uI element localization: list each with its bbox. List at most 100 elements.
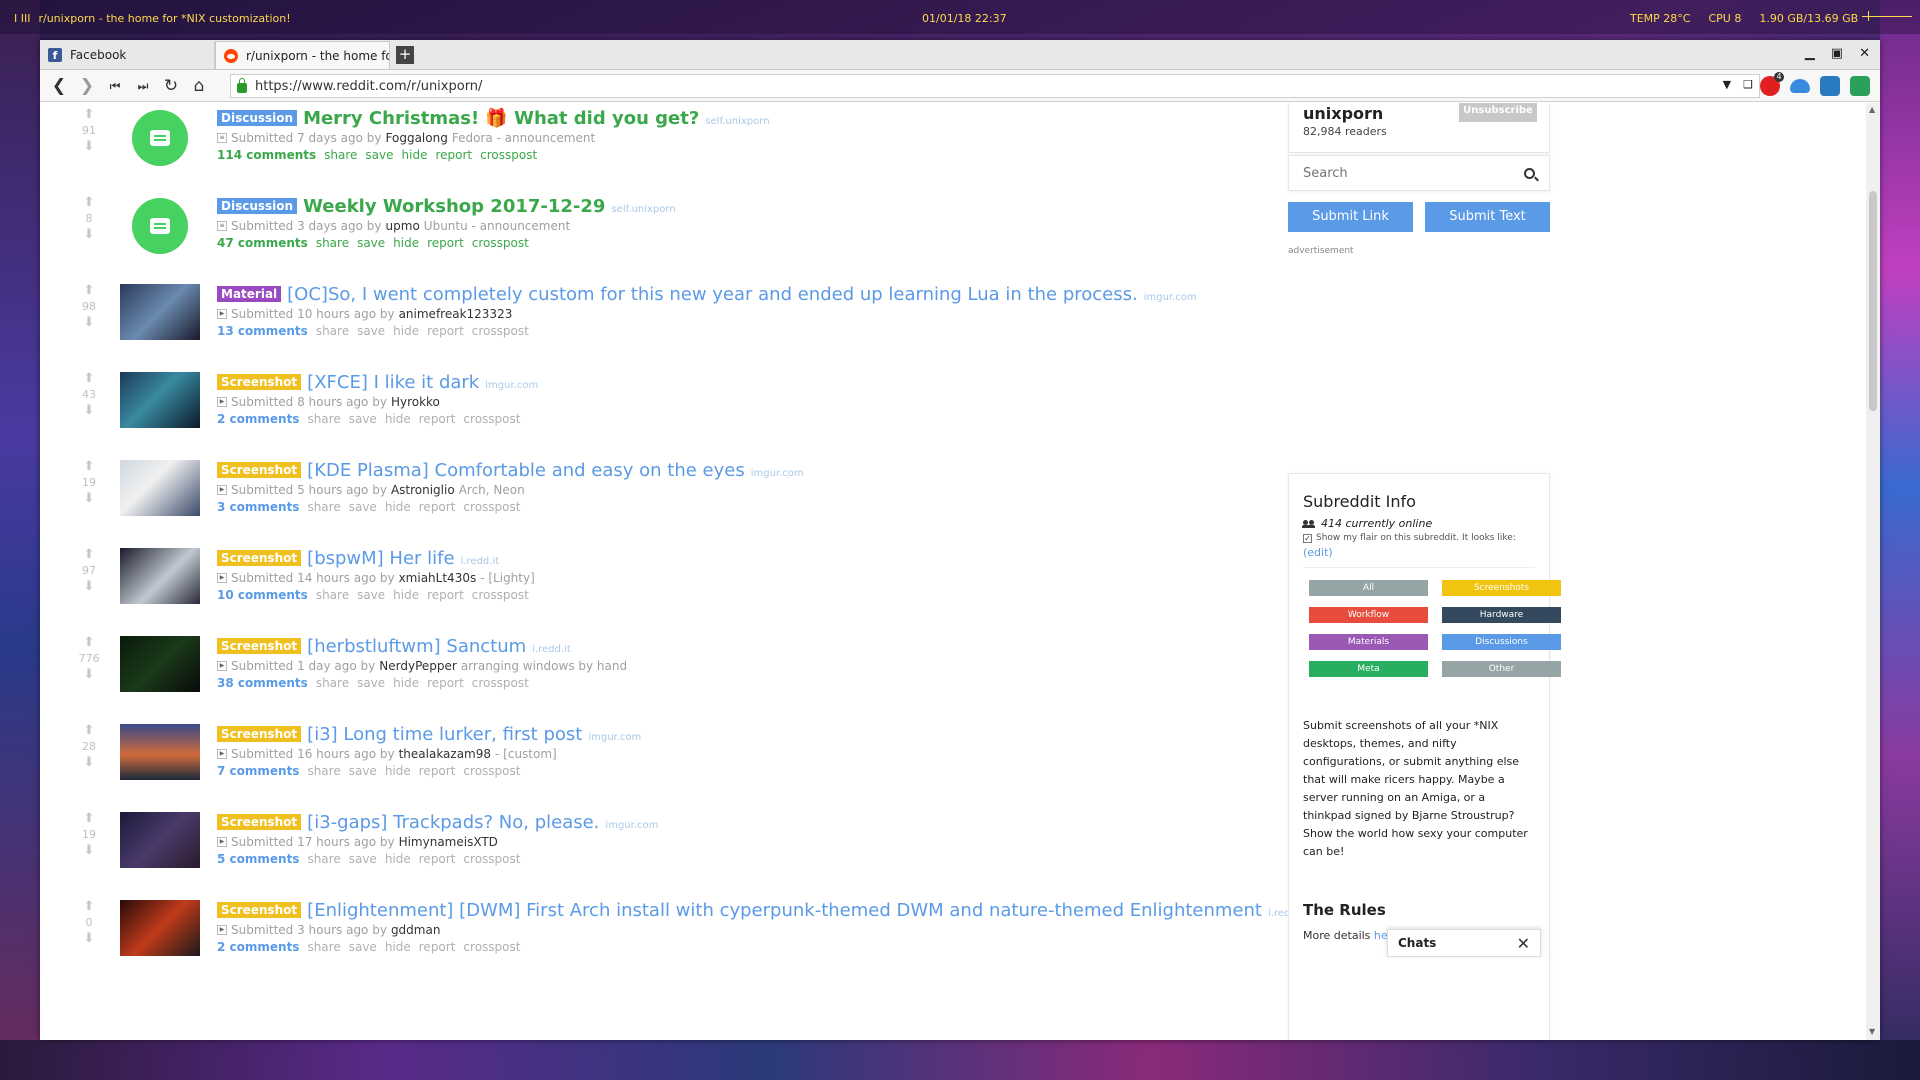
post-flair[interactable]: Screenshot [217, 814, 302, 830]
self-post-thumbnail[interactable] [132, 198, 188, 254]
downvote-icon[interactable]: ⬇ [78, 140, 100, 153]
post-flair[interactable]: Screenshot [217, 902, 302, 918]
expand-icon[interactable]: ▶ [217, 485, 227, 495]
comments-link[interactable]: 2 comments [217, 940, 299, 954]
post-domain[interactable]: imgur.com [485, 380, 538, 391]
post-domain[interactable]: self.unixporn [705, 116, 769, 127]
upvote-icon[interactable]: ⬆ [78, 108, 100, 121]
post-author[interactable]: NerdyPepper [379, 659, 457, 673]
post-thumbnail[interactable] [120, 636, 200, 692]
workspace-indicator[interactable]: I III [14, 12, 30, 25]
sync-extension-icon[interactable] [1820, 76, 1840, 96]
upvote-icon[interactable]: ⬆ [78, 196, 100, 209]
downvote-icon[interactable]: ⬇ [78, 492, 100, 505]
flair-filter-discussions[interactable]: Discussions [1442, 634, 1561, 650]
post-domain[interactable]: i.redd.it [461, 556, 500, 567]
expand-icon[interactable]: ≡ [217, 221, 227, 231]
search-input[interactable] [1303, 165, 1503, 181]
edit-flair-link[interactable]: (edit) [1303, 546, 1535, 559]
share-link[interactable]: share [316, 676, 349, 690]
hide-link[interactable]: hide [393, 676, 419, 690]
report-link[interactable]: report [419, 500, 456, 514]
hide-link[interactable]: hide [393, 588, 419, 602]
post-title[interactable]: [i3-gaps] Trackpads? No, please. [307, 812, 599, 833]
hide-link[interactable]: hide [385, 764, 411, 778]
post-flair[interactable]: Screenshot [217, 638, 302, 654]
post-title[interactable]: [herbstluftwm] Sanctum [307, 636, 526, 657]
hide-link[interactable]: hide [393, 324, 419, 338]
post-flair[interactable]: Screenshot [217, 374, 302, 390]
post-domain[interactable]: imgur.com [605, 820, 658, 831]
report-link[interactable]: report [435, 148, 472, 162]
scroll-down-icon[interactable]: ▼ [1869, 1027, 1875, 1036]
post-title[interactable]: [KDE Plasma] Comfortable and easy on the… [307, 460, 745, 481]
scrollbar[interactable]: ▲ ▼ [1866, 103, 1880, 1040]
hide-link[interactable]: hide [385, 940, 411, 954]
share-link[interactable]: share [324, 148, 357, 162]
expand-icon[interactable]: ▶ [217, 661, 227, 671]
save-link[interactable]: save [357, 676, 385, 690]
crosspost-link[interactable]: crosspost [472, 676, 529, 690]
downvote-icon[interactable]: ⬇ [78, 668, 100, 681]
show-flair-checkbox[interactable]: ✓ [1303, 533, 1312, 543]
tab-unixporn[interactable]: r/unixporn - the home for [215, 41, 390, 69]
downvote-icon[interactable]: ⬇ [78, 580, 100, 593]
save-link[interactable]: save [357, 236, 385, 250]
post-author[interactable]: Hyrokko [391, 395, 440, 409]
save-link[interactable]: save [357, 324, 385, 338]
expand-icon[interactable]: ▶ [217, 749, 227, 759]
downvote-icon[interactable]: ⬇ [78, 756, 100, 769]
cloud-extension-icon[interactable] [1790, 79, 1810, 93]
upvote-icon[interactable]: ⬆ [78, 812, 100, 825]
flair-filter-workflow[interactable]: Workflow [1309, 607, 1428, 623]
chats-panel[interactable]: Chats ✕ [1387, 929, 1541, 957]
downvote-icon[interactable]: ⬇ [78, 316, 100, 329]
comments-link[interactable]: 38 comments [217, 676, 308, 690]
bookmark-icon[interactable]: ❑ [1743, 78, 1753, 91]
hide-link[interactable]: hide [385, 500, 411, 514]
post-flair[interactable]: Discussion [217, 110, 298, 126]
post-author[interactable]: Foggalong [386, 131, 448, 145]
save-link[interactable]: save [365, 148, 393, 162]
flair-filter-other[interactable]: Other [1442, 661, 1561, 677]
crosspost-link[interactable]: crosspost [472, 324, 529, 338]
hide-link[interactable]: hide [393, 236, 419, 250]
unsubscribe-button[interactable]: Unsubscribe [1459, 103, 1537, 122]
post-thumbnail[interactable] [120, 460, 200, 516]
close-window-icon[interactable]: ✕ [1859, 46, 1870, 61]
flair-filter-hardware[interactable]: Hardware [1442, 607, 1561, 623]
upvote-icon[interactable]: ⬆ [78, 372, 100, 385]
post-title[interactable]: [XFCE] I like it dark [307, 372, 479, 393]
maximize-icon[interactable]: ▣ [1831, 46, 1843, 61]
hide-link[interactable]: hide [402, 148, 428, 162]
post-thumbnail[interactable] [120, 900, 200, 956]
post-thumbnail[interactable] [120, 284, 200, 340]
post-flair[interactable]: Material [217, 286, 282, 302]
submit-text-button[interactable]: Submit Text [1425, 202, 1550, 232]
post-title[interactable]: [Enlightenment] [DWM] First Arch install… [307, 900, 1262, 921]
minimize-icon[interactable]: ▁ [1805, 46, 1815, 61]
report-link[interactable]: report [427, 236, 464, 250]
post-thumbnail[interactable] [120, 812, 200, 868]
comments-link[interactable]: 114 comments [217, 148, 316, 162]
pulse-extension-icon[interactable] [1850, 76, 1870, 96]
flair-filter-materials[interactable]: Materials [1309, 634, 1428, 650]
save-link[interactable]: save [349, 852, 377, 866]
post-domain[interactable]: imgur.com [1144, 292, 1197, 303]
post-domain[interactable]: imgur.com [588, 732, 641, 743]
volume-slider[interactable] [1862, 11, 1912, 21]
share-link[interactable]: share [307, 412, 340, 426]
save-link[interactable]: save [349, 500, 377, 514]
post-domain[interactable]: imgur.com [751, 468, 804, 479]
post-author[interactable]: animefreak123323 [399, 307, 513, 321]
share-link[interactable]: share [307, 852, 340, 866]
post-title[interactable]: [bspwM] Her life [307, 548, 454, 569]
post-thumbnail[interactable] [120, 548, 200, 604]
downvote-icon[interactable]: ⬇ [78, 228, 100, 241]
save-link[interactable]: save [357, 588, 385, 602]
upvote-icon[interactable]: ⬆ [78, 548, 100, 561]
report-link[interactable]: report [427, 676, 464, 690]
upvote-icon[interactable]: ⬆ [78, 284, 100, 297]
report-link[interactable]: report [419, 940, 456, 954]
comments-link[interactable]: 3 comments [217, 500, 299, 514]
